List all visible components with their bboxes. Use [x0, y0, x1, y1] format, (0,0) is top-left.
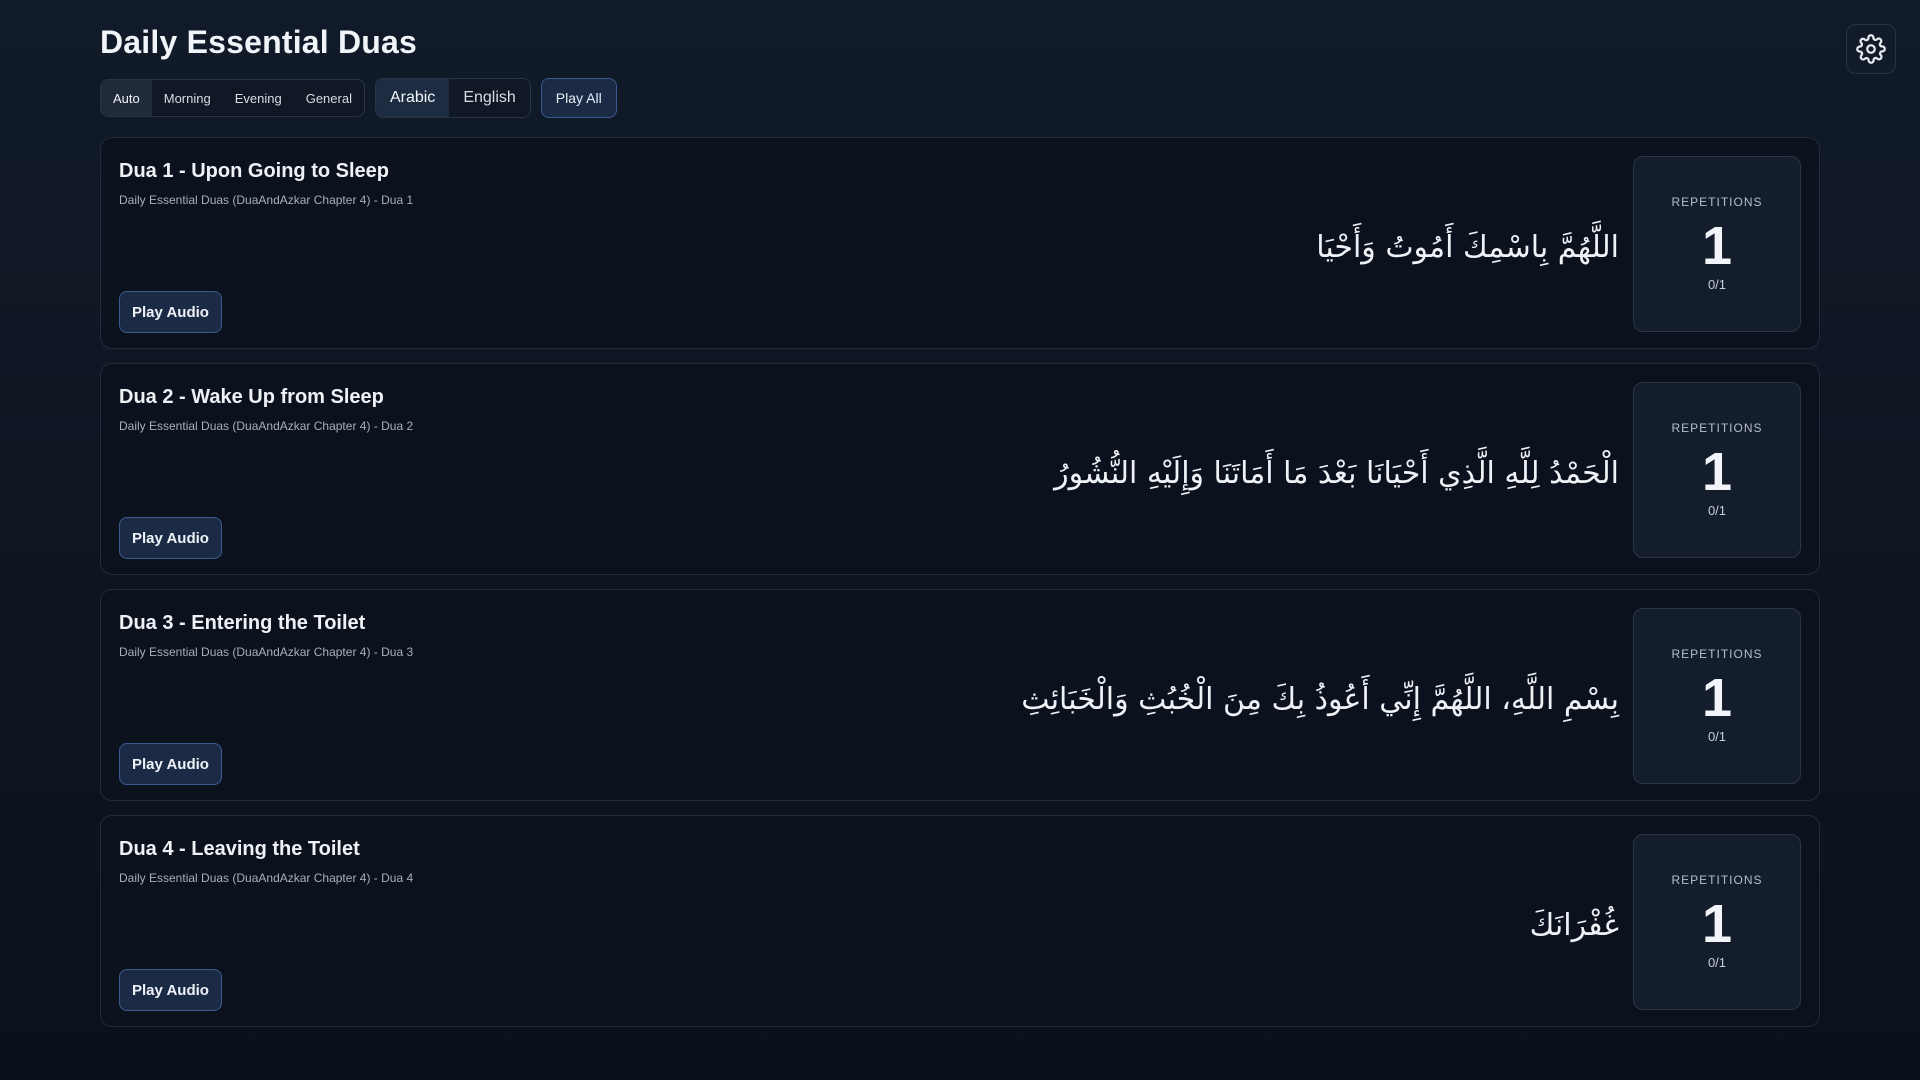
repetitions-count: 1	[1701, 442, 1733, 502]
language-arabic-button[interactable]: Arabic	[375, 79, 450, 117]
play-audio-button[interactable]: Play Audio	[119, 517, 222, 559]
repetitions-counter[interactable]: REPETITIONS 1 0/1	[1633, 382, 1801, 558]
dua-card: Dua 3 - Entering the Toilet Daily Essent…	[100, 589, 1820, 801]
play-all-button[interactable]: Play All	[540, 78, 617, 118]
filter-morning-button[interactable]: Morning	[152, 80, 223, 116]
filter-evening-button[interactable]: Evening	[223, 80, 294, 116]
language-english-button[interactable]: English	[449, 79, 529, 117]
dua-title: Dua 2 - Wake Up from Sleep	[119, 386, 384, 408]
repetitions-progress: 0/1	[1707, 503, 1727, 518]
page-title: Daily Essential Duas	[100, 24, 418, 60]
repetitions-label: REPETITIONS	[1671, 421, 1763, 435]
dua-arabic-text: الْحَمْدُ لِلَّهِ الَّذِي أَحْيَانَا بَع…	[1054, 456, 1619, 491]
filter-general-button[interactable]: General	[294, 80, 364, 116]
repetitions-counter[interactable]: REPETITIONS 1 0/1	[1633, 608, 1801, 784]
dua-source: Daily Essential Duas (DuaAndAzkar Chapte…	[119, 871, 414, 885]
repetitions-label: REPETITIONS	[1671, 647, 1763, 661]
play-audio-button[interactable]: Play Audio	[119, 291, 222, 333]
play-audio-button[interactable]: Play Audio	[119, 969, 222, 1011]
time-filter-group: Auto Morning Evening General	[100, 79, 365, 117]
repetitions-progress: 0/1	[1707, 729, 1727, 744]
dua-arabic-text: اللَّهُمَّ بِاسْمِكَ أَمُوتُ وَأَحْيَا	[1316, 230, 1619, 265]
gear-icon	[1856, 34, 1886, 64]
dua-source: Daily Essential Duas (DuaAndAzkar Chapte…	[119, 419, 414, 433]
language-toggle: Arabic English	[374, 78, 531, 118]
repetitions-count: 1	[1701, 894, 1733, 954]
dua-card: Dua 1 - Upon Going to Sleep Daily Essent…	[100, 137, 1820, 349]
filter-auto-button[interactable]: Auto	[101, 80, 152, 116]
repetitions-counter[interactable]: REPETITIONS 1 0/1	[1633, 156, 1801, 332]
repetitions-count: 1	[1701, 668, 1733, 728]
dua-list: Dua 1 - Upon Going to Sleep Daily Essent…	[100, 137, 1820, 1041]
dua-card: Dua 2 - Wake Up from Sleep Daily Essenti…	[100, 363, 1820, 575]
dua-source: Daily Essential Duas (DuaAndAzkar Chapte…	[119, 645, 414, 659]
dua-title: Dua 3 - Entering the Toilet	[119, 612, 366, 634]
repetitions-label: REPETITIONS	[1671, 873, 1763, 887]
dua-arabic-text: بِسْمِ اللَّهِ، اللَّهُمَّ إِنِّي أَعُوذ…	[1021, 682, 1619, 717]
play-audio-button[interactable]: Play Audio	[119, 743, 222, 785]
repetitions-label: REPETITIONS	[1671, 195, 1763, 209]
dua-title: Dua 1 - Upon Going to Sleep	[119, 160, 389, 182]
dua-card: Dua 4 - Leaving the Toilet Daily Essenti…	[100, 815, 1820, 1027]
repetitions-counter[interactable]: REPETITIONS 1 0/1	[1633, 834, 1801, 1010]
repetitions-progress: 0/1	[1707, 955, 1727, 970]
repetitions-count: 1	[1701, 216, 1733, 276]
controls-bar: Auto Morning Evening General Arabic Engl…	[100, 78, 617, 118]
settings-button[interactable]	[1846, 24, 1896, 74]
dua-source: Daily Essential Duas (DuaAndAzkar Chapte…	[119, 193, 414, 207]
dua-title: Dua 4 - Leaving the Toilet	[119, 838, 360, 860]
dua-arabic-text: غُفْرَانَكَ	[1529, 908, 1619, 943]
repetitions-progress: 0/1	[1707, 277, 1727, 292]
